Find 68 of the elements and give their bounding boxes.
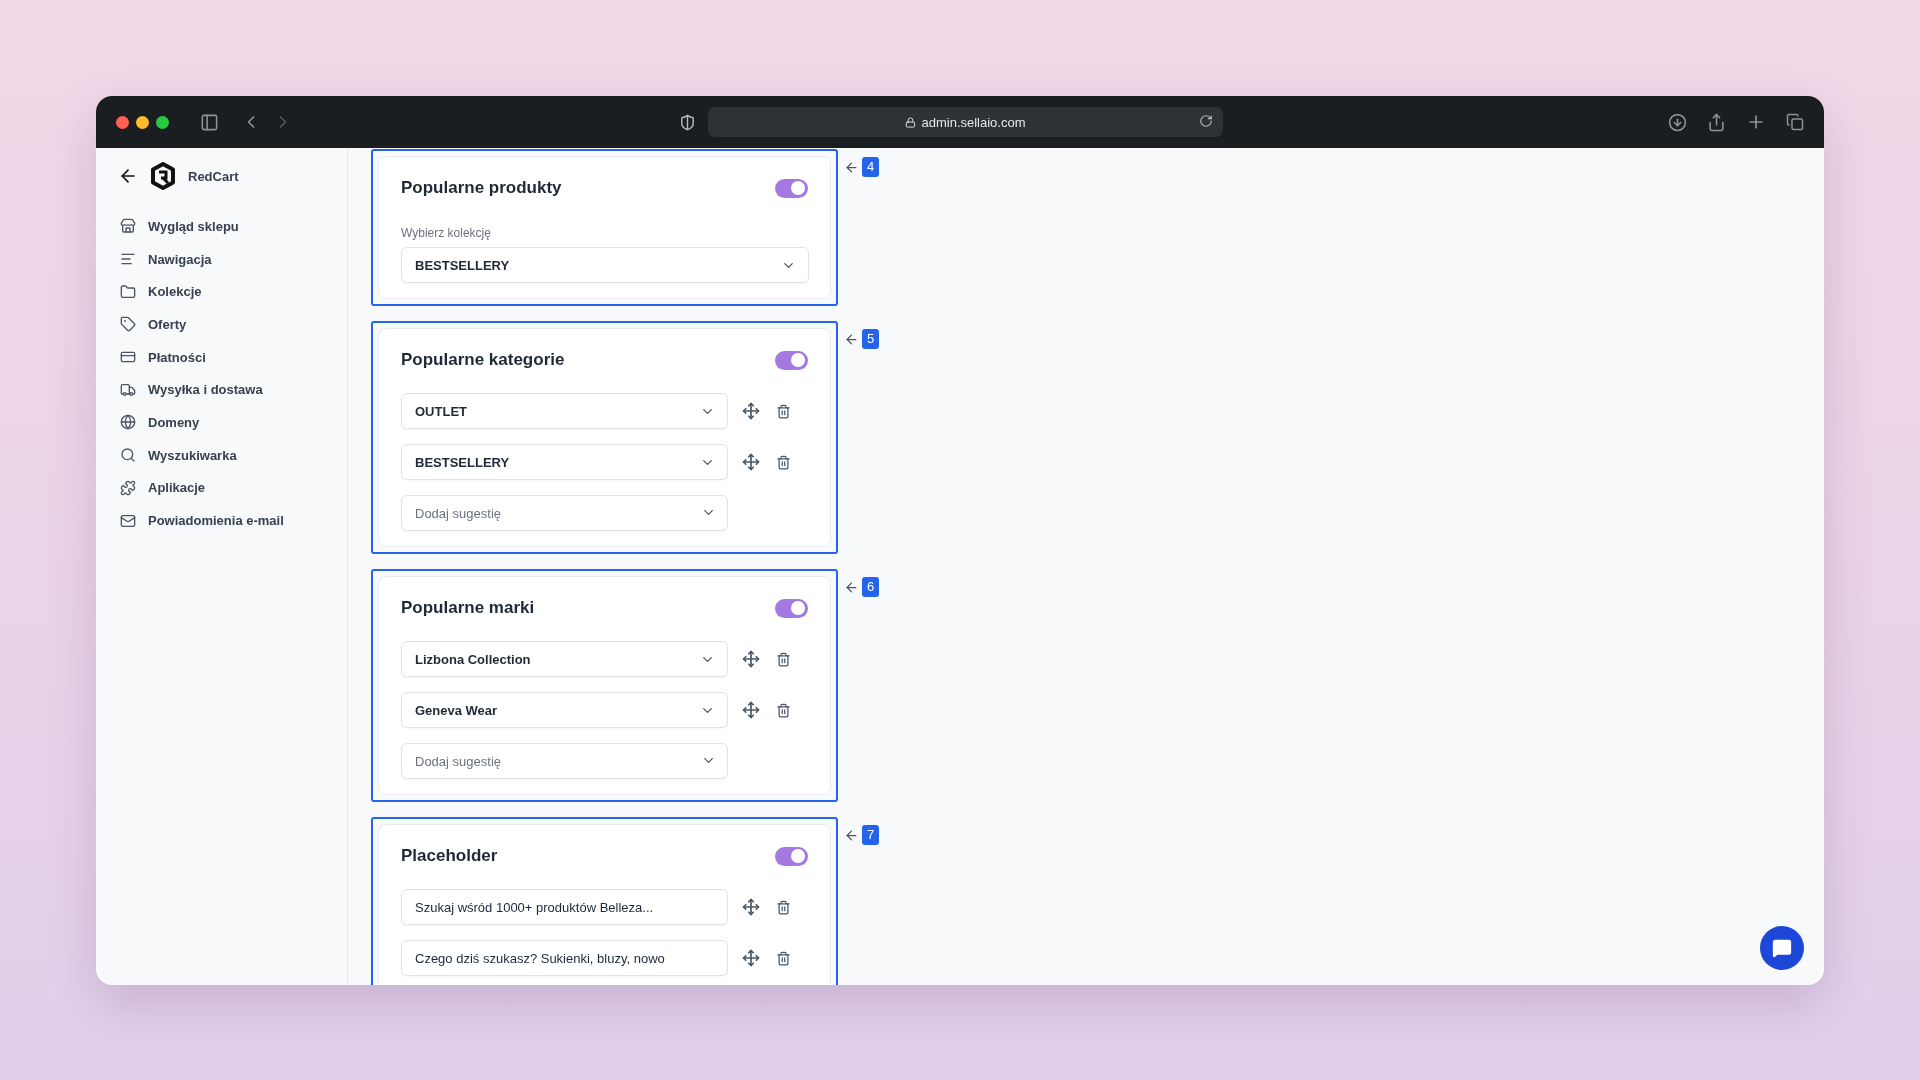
number-badge: 7 — [862, 825, 880, 845]
toggle-switch[interactable] — [775, 178, 808, 198]
sidebar-item[interactable]: Oferty — [120, 308, 347, 341]
sidebar-item[interactable]: Nawigacja — [120, 242, 347, 276]
puzzle-icon — [120, 479, 136, 496]
chat-button[interactable] — [1760, 926, 1804, 970]
section-title: Popularne kategorie — [401, 350, 565, 370]
delete-button[interactable] — [776, 454, 791, 470]
move-handle[interactable] — [742, 453, 760, 471]
move-handle[interactable] — [742, 402, 760, 420]
delete-button[interactable] — [776, 950, 791, 966]
delete-button[interactable] — [776, 702, 791, 718]
folder-icon — [120, 283, 136, 300]
sidebar-item[interactable]: Aplikacje — [120, 471, 347, 505]
toggle-switch[interactable] — [775, 846, 808, 866]
lock-icon — [905, 116, 917, 128]
select-field[interactable]: BESTSELLERY — [401, 247, 809, 283]
delete-button[interactable] — [776, 899, 791, 915]
download-icon[interactable] — [1668, 112, 1687, 132]
section-title: Placeholder — [401, 846, 498, 866]
sidebar-item[interactable]: Kolekcje — [120, 275, 347, 309]
brand-name: RedCart — [188, 168, 239, 184]
truck-icon — [120, 381, 136, 398]
sidebar-item[interactable]: Wysyłka i dostawa — [120, 373, 347, 407]
maximize-icon[interactable] — [156, 115, 169, 129]
move-handle[interactable] — [742, 701, 760, 719]
close-icon[interactable] — [116, 115, 129, 129]
minimize-icon[interactable] — [136, 115, 149, 129]
add-suggestion-select[interactable]: Dodaj sugestię — [401, 495, 728, 531]
sidebar-icon[interactable] — [200, 112, 219, 132]
mail-icon — [120, 512, 136, 529]
text-field[interactable]: Szukaj wśród 1000+ produktów Belleza... — [401, 889, 728, 925]
search-icon — [120, 447, 136, 464]
share-icon[interactable] — [1707, 112, 1726, 132]
reload-icon[interactable] — [1199, 114, 1213, 128]
delete-button[interactable] — [776, 403, 791, 419]
move-handle[interactable] — [742, 898, 760, 916]
number-badge: 6 — [862, 577, 880, 597]
select-field[interactable]: BESTSELLERY — [401, 444, 728, 480]
add-suggestion-select[interactable]: Dodaj sugestię — [401, 743, 728, 779]
toggle-switch[interactable] — [775, 598, 808, 618]
select-field[interactable]: Geneva Wear — [401, 692, 728, 728]
section-title: Popularne produkty — [401, 178, 562, 198]
logo-icon — [150, 162, 176, 190]
shield-icon[interactable] — [679, 113, 696, 131]
url-text: admin.sellaio.com — [921, 114, 1026, 130]
tag-icon — [120, 316, 136, 333]
delete-button[interactable] — [776, 651, 791, 667]
move-handle[interactable] — [742, 650, 760, 668]
sidebar-item[interactable]: Płatności — [120, 340, 347, 374]
store-icon — [120, 218, 136, 235]
sidebar-item[interactable]: Wygląd sklepu — [120, 210, 347, 243]
move-handle[interactable] — [742, 949, 760, 967]
section-title: Popularne marki — [401, 598, 535, 618]
sidebar-item[interactable]: Wyszukiwarka — [120, 438, 347, 472]
tabs-icon[interactable] — [1786, 113, 1804, 131]
toggle-switch[interactable] — [775, 350, 808, 370]
chat-bubble-icon — [1772, 938, 1792, 958]
text-field[interactable]: Czego dziś szukasz? Sukienki, bluzy, nowo — [401, 940, 728, 976]
select-field[interactable]: Lizbona Collection — [401, 641, 728, 677]
address-bar[interactable]: admin.sellaio.com — [708, 107, 1223, 137]
sidebar-item[interactable]: Domeny — [120, 406, 347, 439]
sidebar-item[interactable]: Powiadomienia e-mail — [120, 504, 347, 537]
number-badge: 4 — [862, 157, 880, 177]
field-label: Wybierz kolekcję — [401, 226, 492, 240]
number-badge: 5 — [862, 329, 880, 349]
select-field[interactable]: OUTLET — [401, 393, 728, 429]
globe-icon — [120, 414, 136, 431]
